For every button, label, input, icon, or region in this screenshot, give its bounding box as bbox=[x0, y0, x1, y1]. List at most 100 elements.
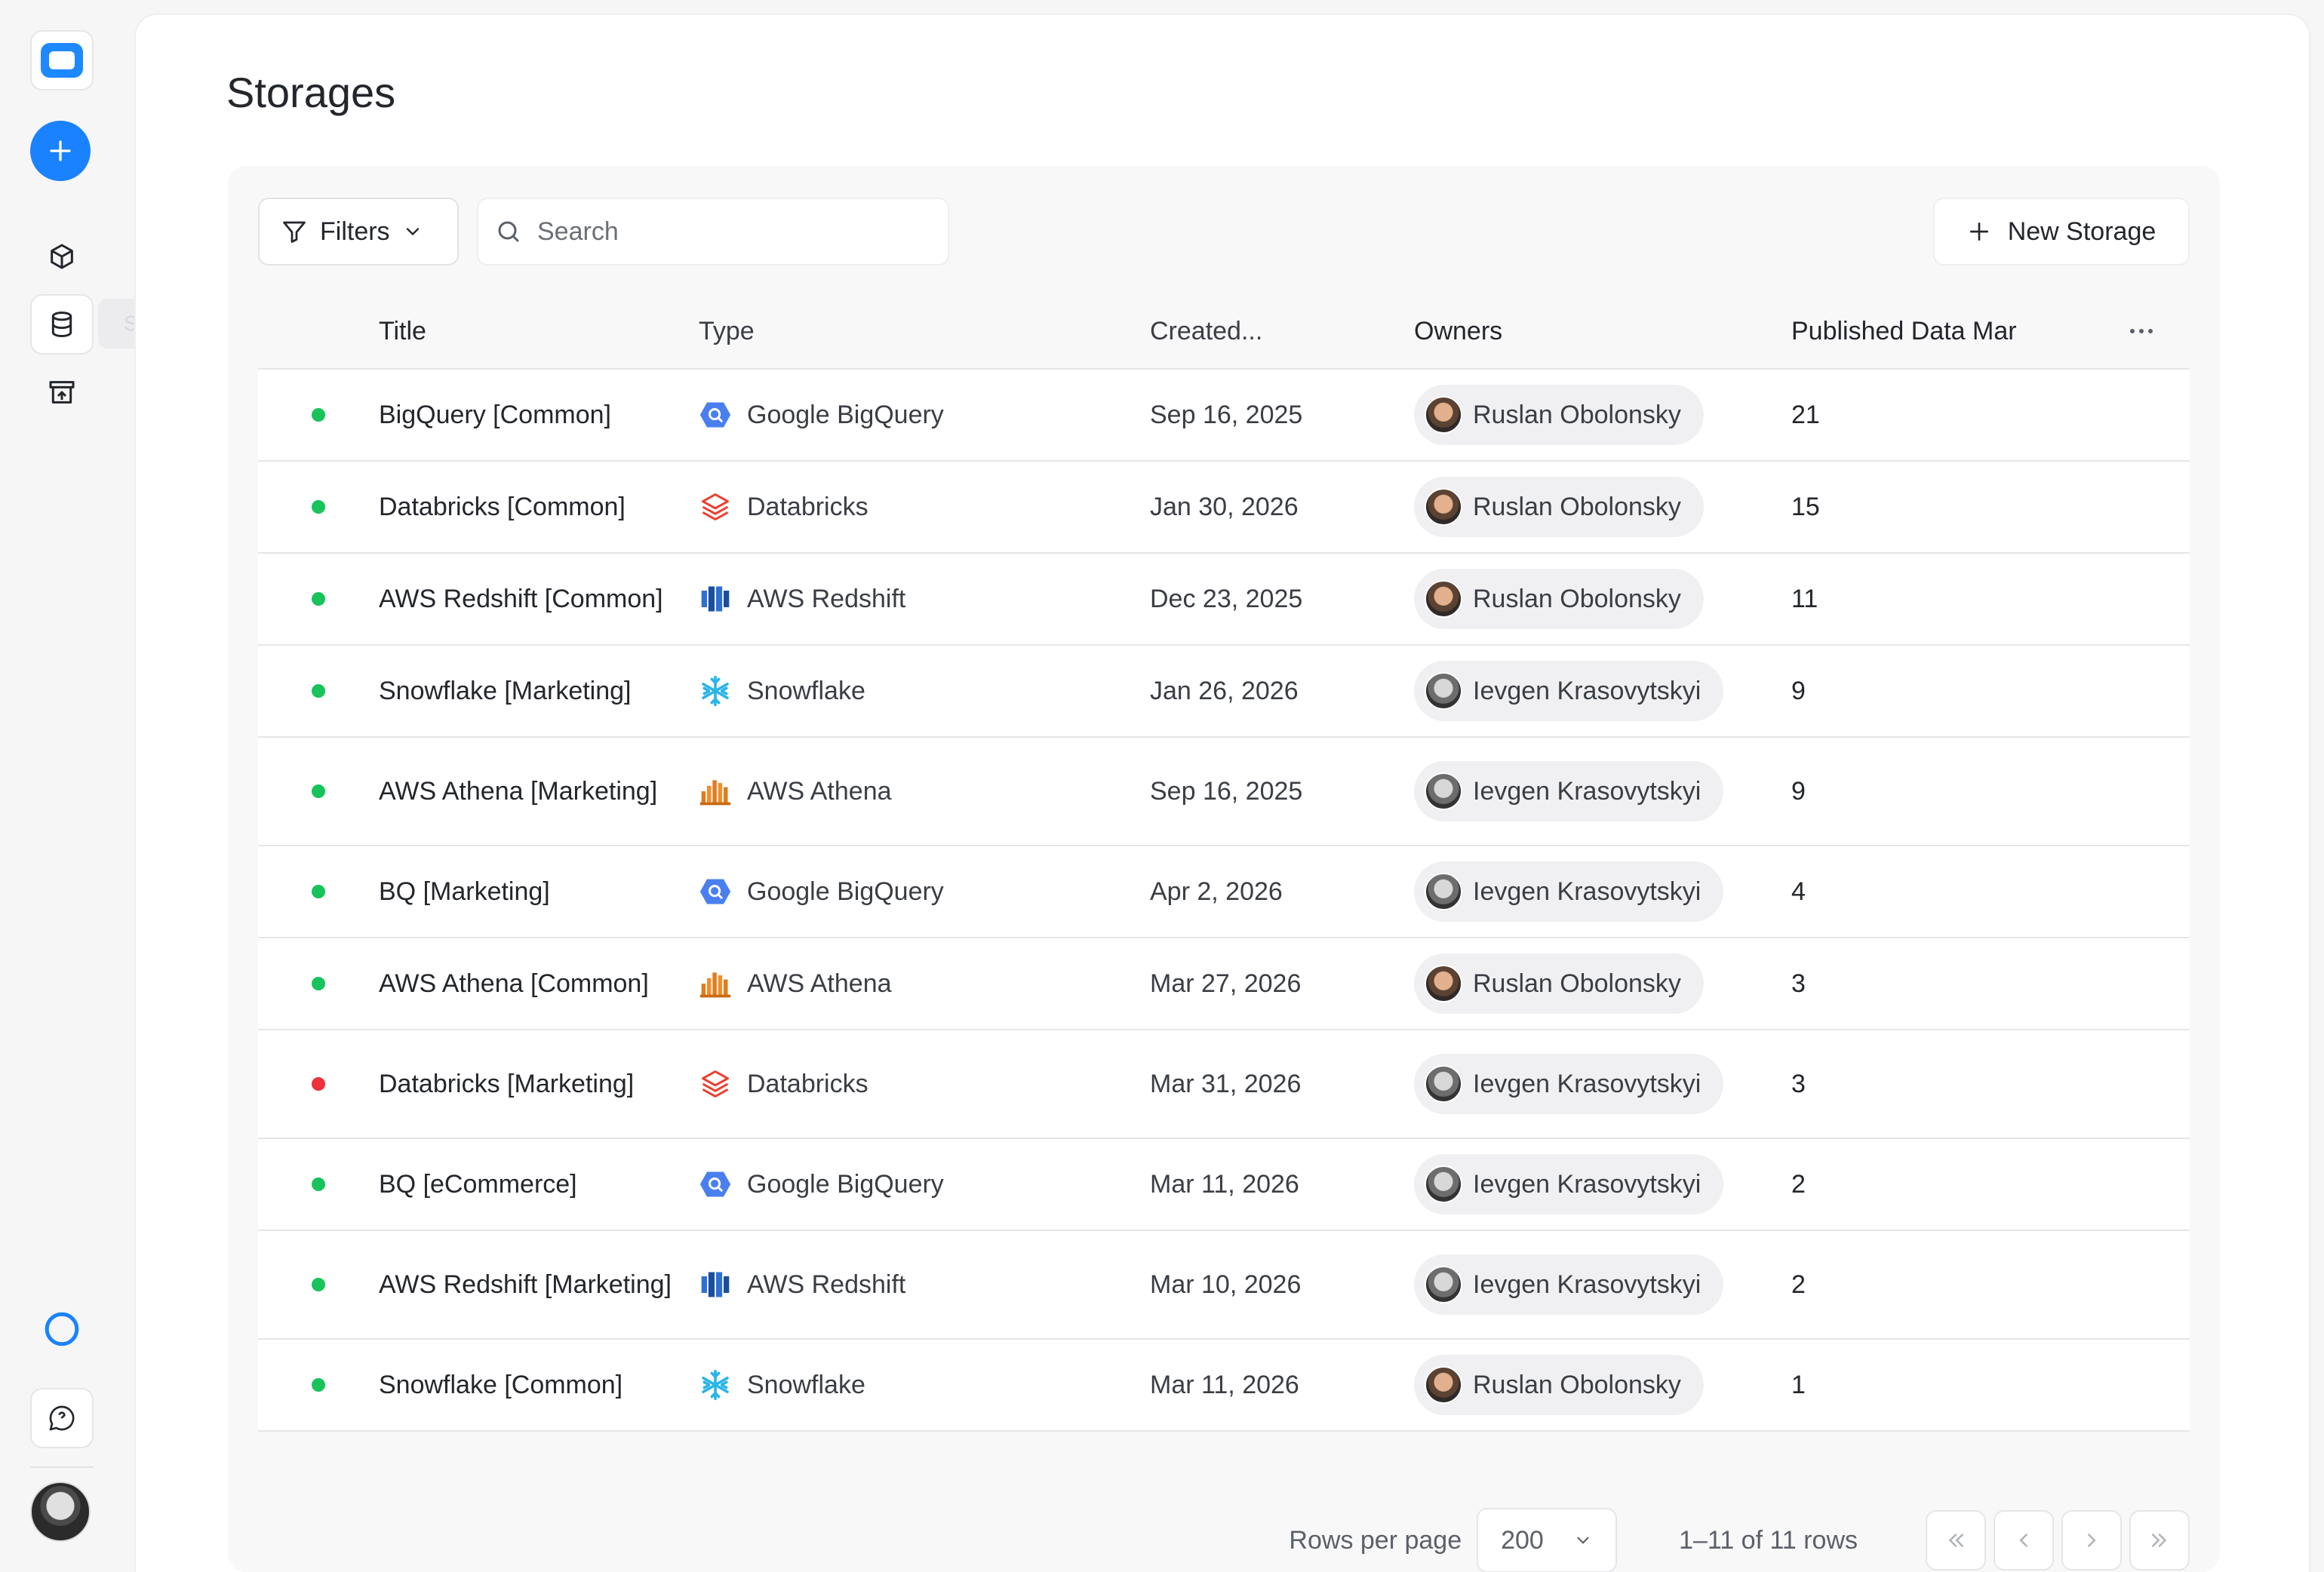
last-page-icon[interactable] bbox=[2129, 1510, 2190, 1570]
logo-icon[interactable] bbox=[30, 30, 94, 91]
ring-icon[interactable] bbox=[30, 1299, 94, 1359]
table-row[interactable]: AWS Redshift [Common] AWS Redshift Dec 2… bbox=[258, 554, 2190, 646]
bigquery-icon bbox=[699, 875, 732, 908]
status-dot bbox=[312, 1177, 325, 1191]
box-icon[interactable] bbox=[30, 226, 94, 287]
storage-title[interactable]: Databricks [Common] bbox=[379, 488, 699, 526]
table-row[interactable]: BigQuery [Common] Google BigQuery Sep 16… bbox=[258, 370, 2190, 462]
owner-chip[interactable]: Ievgen Krasovytskyi bbox=[1414, 1054, 1724, 1114]
owner-chip[interactable]: Ruslan Obolonsky bbox=[1414, 953, 1704, 1014]
owner-cell: Ievgen Krasovytskyi bbox=[1414, 661, 1791, 721]
status-dot bbox=[312, 592, 325, 606]
sidebar: Storages bbox=[0, 0, 234, 1572]
type-label: AWS Athena bbox=[747, 776, 892, 806]
owner-chip[interactable]: Ruslan Obolonsky bbox=[1414, 385, 1704, 445]
status-dot bbox=[312, 408, 325, 422]
table-row[interactable]: Databricks [Common] Databricks Jan 30, 2… bbox=[258, 462, 2190, 554]
redshift-icon bbox=[699, 582, 732, 616]
type-label: Google BigQuery bbox=[747, 400, 944, 429]
avatar[interactable] bbox=[30, 1481, 91, 1542]
storage-title[interactable]: AWS Athena [Marketing] bbox=[379, 772, 699, 810]
owner-name: Ruslan Obolonsky bbox=[1473, 400, 1681, 429]
published-count: 21 bbox=[1791, 400, 1820, 429]
header-published[interactable]: Published Data Mar bbox=[1791, 317, 2093, 346]
rows-per-page-select[interactable]: 200 bbox=[1477, 1508, 1618, 1572]
owner-avatar bbox=[1425, 965, 1462, 1002]
header-type[interactable]: Type bbox=[699, 317, 1150, 346]
pagination: Rows per page 200 1–11 of 11 rows bbox=[228, 1508, 2220, 1572]
table-row[interactable]: AWS Athena [Marketing] AWS Athena Sep 16… bbox=[258, 738, 2190, 846]
storage-title[interactable]: BQ [eCommerce] bbox=[379, 1165, 699, 1203]
owner-chip[interactable]: Ievgen Krasovytskyi bbox=[1414, 1254, 1724, 1315]
status-cell bbox=[258, 1278, 379, 1291]
table-row[interactable]: BQ [Marketing] Google BigQuery Apr 2, 20… bbox=[258, 846, 2190, 938]
published-count: 9 bbox=[1791, 676, 1806, 705]
published-count: 3 bbox=[1791, 1069, 1806, 1098]
redshift-icon bbox=[699, 1268, 732, 1301]
store-icon[interactable] bbox=[30, 362, 94, 422]
storage-title[interactable]: BigQuery [Common] bbox=[379, 396, 699, 434]
owner-cell: Ievgen Krasovytskyi bbox=[1414, 1154, 1791, 1214]
storage-title[interactable]: AWS Redshift [Common] bbox=[379, 580, 699, 618]
next-page-icon[interactable] bbox=[2061, 1510, 2122, 1570]
owner-chip[interactable]: Ievgen Krasovytskyi bbox=[1414, 1154, 1724, 1214]
created-date: Mar 10, 2026 bbox=[1150, 1270, 1302, 1299]
type-label: Databricks bbox=[747, 492, 868, 521]
rows-per-page-value: 200 bbox=[1501, 1525, 1544, 1555]
owner-name: Ievgen Krasovytskyi bbox=[1473, 877, 1702, 906]
prev-page-icon[interactable] bbox=[1994, 1510, 2054, 1570]
status-cell bbox=[258, 684, 379, 698]
table-row[interactable]: Databricks [Marketing] Databricks Mar 31… bbox=[258, 1030, 2190, 1139]
owner-avatar bbox=[1425, 672, 1462, 710]
owner-chip[interactable]: Ruslan Obolonsky bbox=[1414, 477, 1704, 537]
chat-icon[interactable] bbox=[30, 1388, 94, 1448]
created-date: Mar 27, 2026 bbox=[1150, 969, 1302, 998]
owner-chip[interactable]: Ievgen Krasovytskyi bbox=[1414, 761, 1724, 821]
header-title[interactable]: Title bbox=[379, 312, 699, 350]
type-cell: Google BigQuery bbox=[699, 398, 1150, 431]
storage-title[interactable]: Snowflake [Common] bbox=[379, 1366, 699, 1404]
owner-chip[interactable]: Ruslan Obolonsky bbox=[1414, 569, 1704, 629]
storage-title[interactable]: Databricks [Marketing] bbox=[379, 1065, 699, 1103]
owner-chip[interactable]: Ruslan Obolonsky bbox=[1414, 1355, 1704, 1415]
owner-chip[interactable]: Ievgen Krasovytskyi bbox=[1414, 861, 1724, 922]
athena-icon bbox=[699, 775, 732, 808]
first-page-icon[interactable] bbox=[1926, 1510, 1986, 1570]
search-box[interactable] bbox=[477, 198, 949, 266]
storage-title[interactable]: AWS Redshift [Marketing] bbox=[379, 1266, 699, 1303]
storage-title[interactable]: AWS Athena [Common] bbox=[379, 965, 699, 1002]
table-row[interactable]: AWS Redshift [Marketing] AWS Redshift Ma… bbox=[258, 1231, 2190, 1340]
table-row[interactable]: Snowflake [Common] Snowflake Mar 11, 202… bbox=[258, 1340, 2190, 1432]
status-cell bbox=[258, 885, 379, 898]
header-owners[interactable]: Owners bbox=[1414, 317, 1791, 346]
owner-name: Ievgen Krasovytskyi bbox=[1473, 1069, 1702, 1098]
search-input[interactable] bbox=[537, 216, 930, 247]
storage-title[interactable]: BQ [Marketing] bbox=[379, 873, 699, 910]
filter-icon bbox=[283, 221, 306, 243]
storage-title[interactable]: Snowflake [Marketing] bbox=[379, 672, 699, 710]
table-row[interactable]: AWS Athena [Common] AWS Athena Mar 27, 2… bbox=[258, 938, 2190, 1030]
more-options-icon[interactable] bbox=[2093, 327, 2190, 336]
status-dot bbox=[312, 885, 325, 898]
created-date: Dec 23, 2025 bbox=[1150, 584, 1303, 613]
owner-avatar bbox=[1425, 772, 1462, 810]
filters-button[interactable]: Filters bbox=[258, 198, 459, 266]
published-count: 9 bbox=[1791, 776, 1806, 806]
plus-icon[interactable] bbox=[30, 121, 91, 181]
table-row[interactable]: Snowflake [Marketing] Snowflake Jan 26, … bbox=[258, 646, 2190, 738]
database-icon[interactable] bbox=[30, 294, 94, 355]
owner-chip[interactable]: Ievgen Krasovytskyi bbox=[1414, 661, 1724, 721]
header-created[interactable]: Created... bbox=[1150, 317, 1414, 346]
type-cell: Google BigQuery bbox=[699, 1168, 1150, 1201]
status-cell bbox=[258, 408, 379, 422]
new-storage-button[interactable]: New Storage bbox=[1933, 198, 2190, 266]
type-label: Google BigQuery bbox=[747, 877, 944, 906]
type-label: AWS Redshift bbox=[747, 584, 906, 613]
pagination-range: 1–11 of 11 rows bbox=[1679, 1525, 1858, 1555]
sidebar-divider bbox=[30, 1466, 94, 1468]
status-cell bbox=[258, 1378, 379, 1392]
published-count: 11 bbox=[1791, 584, 1818, 613]
table-row[interactable]: BQ [eCommerce] Google BigQuery Mar 11, 2… bbox=[258, 1139, 2190, 1231]
owner-name: Ievgen Krasovytskyi bbox=[1473, 676, 1702, 705]
owner-avatar bbox=[1425, 488, 1462, 526]
